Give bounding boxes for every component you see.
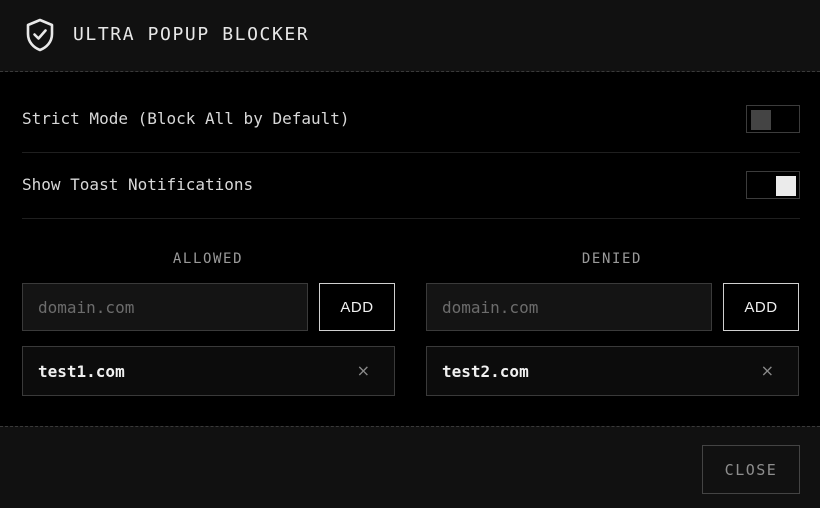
allowed-list-item: test1.com ×: [22, 346, 395, 396]
denied-domain: test2.com: [442, 362, 529, 381]
popup-blocker-window: ULTRA POPUP BLOCKER Strict Mode (Block A…: [0, 0, 820, 508]
footer: CLOSE: [0, 426, 820, 508]
setting-strict-mode: Strict Mode (Block All by Default): [22, 87, 800, 153]
toggle-knob: [751, 110, 771, 130]
toast-notifications-toggle[interactable]: [746, 171, 800, 199]
remove-allowed-icon[interactable]: ×: [357, 361, 370, 381]
close-button[interactable]: CLOSE: [702, 445, 800, 494]
shield-check-icon: [26, 18, 54, 52]
setting-label-toast-notifications: Show Toast Notifications: [22, 175, 254, 194]
toggle-knob: [776, 176, 796, 196]
header: ULTRA POPUP BLOCKER: [0, 0, 820, 72]
remove-denied-icon[interactable]: ×: [761, 361, 774, 381]
denied-title: DENIED: [581, 251, 643, 267]
allowed-domain-input[interactable]: [22, 283, 308, 331]
denied-domain-input[interactable]: [426, 283, 712, 331]
setting-toast-notifications: Show Toast Notifications: [22, 153, 800, 219]
allowed-title: ALLOWED: [172, 251, 244, 267]
allowed-add-button[interactable]: ADD: [319, 283, 395, 331]
strict-mode-toggle[interactable]: [746, 105, 800, 133]
app-title: ULTRA POPUP BLOCKER: [73, 24, 310, 45]
denied-list-item: test2.com ×: [426, 346, 799, 396]
denied-add-button[interactable]: ADD: [723, 283, 799, 331]
allowed-domain: test1.com: [38, 362, 125, 381]
setting-label-strict-mode: Strict Mode (Block All by Default): [22, 109, 350, 128]
